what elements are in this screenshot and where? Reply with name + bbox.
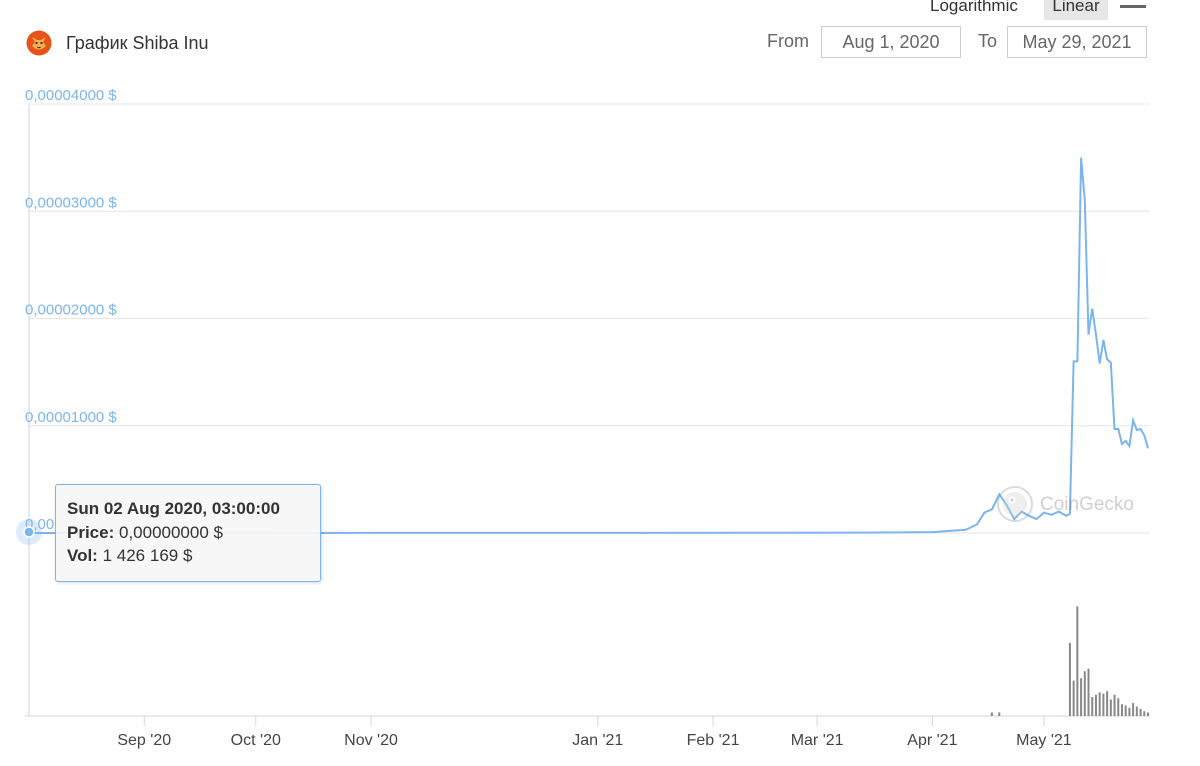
volume-bar — [1124, 705, 1127, 716]
data-tooltip: Sun 02 Aug 2020, 03:00:00 Price: 0,00000… — [55, 484, 321, 582]
volume-bar — [1102, 693, 1105, 716]
volume-bar — [1109, 699, 1112, 716]
volume-bar — [1117, 698, 1120, 716]
tooltip-price-value: 0,00000000 $ — [118, 523, 223, 542]
volume-bar — [1132, 703, 1135, 716]
volume-bar — [1128, 707, 1131, 716]
tooltip-vol-label: Vol: — [67, 546, 98, 565]
volume-bar — [990, 712, 993, 716]
volume-bar — [1113, 694, 1116, 716]
x-tick-label: Mar '21 — [791, 732, 844, 749]
y-tick-label: 0,00001000 $ — [25, 409, 117, 426]
volume-bar — [1080, 678, 1083, 716]
volume-bar — [1091, 697, 1094, 716]
volume-bar — [1098, 692, 1101, 716]
volume-bar — [998, 712, 1001, 716]
volume-bar — [1083, 671, 1086, 716]
x-tick-label: Oct '20 — [231, 732, 281, 749]
x-tick-label: Nov '20 — [344, 732, 398, 749]
volume-bar — [1072, 680, 1075, 716]
volume-bar — [1143, 711, 1146, 716]
volume-bar — [1087, 668, 1090, 716]
x-tick-label: Feb '21 — [687, 732, 740, 749]
grid-lines — [29, 103, 1150, 534]
y-tick-label: 0,00004000 $ — [25, 87, 117, 104]
volume-bar — [1106, 691, 1109, 716]
tooltip-date: Sun 02 Aug 2020, 03:00:00 — [67, 499, 280, 518]
tooltip-price-label: Price: — [67, 523, 115, 542]
x-tick-label: Sep '20 — [117, 732, 171, 749]
volume-bar — [1094, 694, 1097, 716]
volume-bars — [990, 606, 1149, 716]
x-tick-label: May '21 — [1016, 732, 1072, 749]
volume-bar — [1135, 706, 1138, 716]
volume-bar — [1139, 708, 1142, 716]
volume-bar — [1120, 704, 1123, 716]
x-tick-label: Jan '21 — [572, 732, 623, 749]
tooltip-volume: Vol: 1 426 169 $ — [67, 546, 192, 566]
volume-bar — [1068, 642, 1071, 716]
tooltip-vol-value: 1 426 169 $ — [102, 546, 193, 565]
hover-point — [23, 526, 35, 538]
price-chart[interactable]: 0,00004000 $ 0,00003000 $ 0,00002000 $ 0,00… — [0, 0, 1200, 766]
price-line — [28, 157, 1149, 534]
tooltip-price: Price: 0,00000000 $ — [67, 523, 223, 543]
volume-bar — [1147, 712, 1149, 716]
x-tick-label: Apr '21 — [907, 732, 957, 749]
watermark-text: CoinGecko — [1040, 494, 1134, 515]
volume-bar — [1076, 606, 1079, 716]
y-tick-label: 0,00003000 $ — [25, 194, 117, 211]
y-tick-label: 0,00002000 $ — [25, 302, 117, 319]
